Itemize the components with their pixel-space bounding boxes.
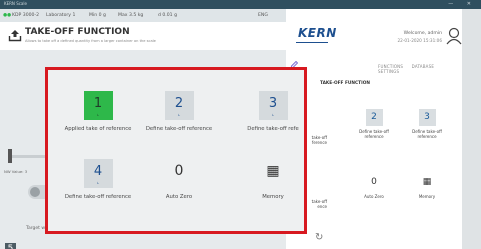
date-time: 22-01-2020 15:31:06 (397, 38, 442, 43)
section-title: TAKE-OFF FUNCTION (320, 81, 370, 86)
status-dot-icon: ●● (3, 13, 12, 18)
max-value: Max 3.5 kg (118, 13, 144, 18)
ref-2-tile: 2 ㄴ (164, 91, 194, 120)
cell-label: Auto Zero (364, 194, 384, 199)
window-title-bar: KERN Scale — ✕ (0, 0, 481, 9)
tile-sub-icon: ㄴ (271, 113, 275, 117)
location: Laboratory 1 (46, 13, 76, 18)
device-name: KDP 3000-2 (12, 13, 40, 18)
d-value: d 0.01 g (158, 13, 177, 18)
define-reference-3-button[interactable]: 3 ㄴ Define take-off refe (218, 91, 328, 132)
page-title: TAKE-OFF FUNCTION (25, 27, 130, 37)
define-ref-3-button[interactable]: 3 Define take-off reference (402, 109, 452, 139)
step-number-badge: 5 (5, 243, 16, 249)
ref-3-tile: 3 ㄴ (258, 91, 288, 120)
tile-number: 4 (93, 164, 103, 179)
top-nav: FUNCTIONS DATABASE SETTINGS (378, 64, 462, 74)
tile-number: 1 (93, 96, 103, 111)
welcome-text: Welcome, admin (403, 31, 442, 36)
kern-logo: KERN (298, 26, 337, 40)
slider-thumb[interactable] (8, 149, 12, 163)
define-ref-2-button[interactable]: 2 Define take-off reference (349, 109, 399, 139)
cell-label: Memory (418, 194, 436, 199)
page-subtitle: Allows to take off a defined quantity fr… (25, 39, 156, 43)
cell-label: reference (364, 134, 384, 139)
ref-3-tile: 3 (418, 109, 436, 126)
take-off-icon (8, 30, 22, 42)
cell-label: reference (417, 134, 437, 139)
ref-1-tile: 1 ㄴ (83, 91, 113, 120)
auto-zero-button[interactable]: 0 Auto Zero (349, 174, 399, 199)
memory-button[interactable]: ▦ Memory (402, 174, 452, 199)
window-controls[interactable]: — ✕ (448, 1, 477, 7)
ref-4-tile: 4 ㄴ (83, 159, 113, 188)
toggle-knob (30, 187, 40, 197)
nav-database[interactable]: DATABASE (412, 64, 434, 69)
tile-number: 2 (174, 96, 184, 111)
function-popup: 1 ㄴ Applied take of reference 2 ㄴ Define… (45, 67, 307, 234)
right-edge-strip (462, 9, 481, 249)
refresh-icon[interactable]: ↻ (315, 232, 323, 243)
reference-value-label: NW Value: 3 (4, 169, 28, 174)
nav-settings[interactable]: SETTINGS (378, 69, 399, 74)
cell-label: Define take-off refe (247, 126, 299, 132)
language-switch[interactable]: ENG (258, 13, 268, 18)
ref-2-tile: 2 (365, 109, 383, 126)
memory-icon: ▦ (266, 163, 280, 179)
cell-label: Memory (262, 194, 284, 200)
window-title: KERN Scale (4, 1, 27, 6)
memory-icon: ▦ (422, 177, 432, 187)
auto-zero-tile: 0 (371, 177, 377, 187)
tile-sub-icon: ㄴ (96, 181, 100, 185)
tile-sub-icon: ㄴ (96, 113, 100, 117)
user-icon[interactable] (446, 27, 462, 45)
min-value: Min 0 g (89, 13, 106, 18)
tile-sub-icon: ㄴ (177, 113, 181, 117)
tile-number: 3 (268, 96, 278, 111)
memory-button[interactable]: ▦ Memory (218, 159, 328, 200)
auto-zero-tile: 0 (174, 163, 184, 179)
logo-underline (296, 42, 328, 43)
page-header: TAKE-OFF FUNCTION Allows to take off a d… (0, 22, 286, 50)
status-bar: ●● KDP 3000-2 Laboratory 1 Min 0 g Max 3… (0, 9, 286, 22)
